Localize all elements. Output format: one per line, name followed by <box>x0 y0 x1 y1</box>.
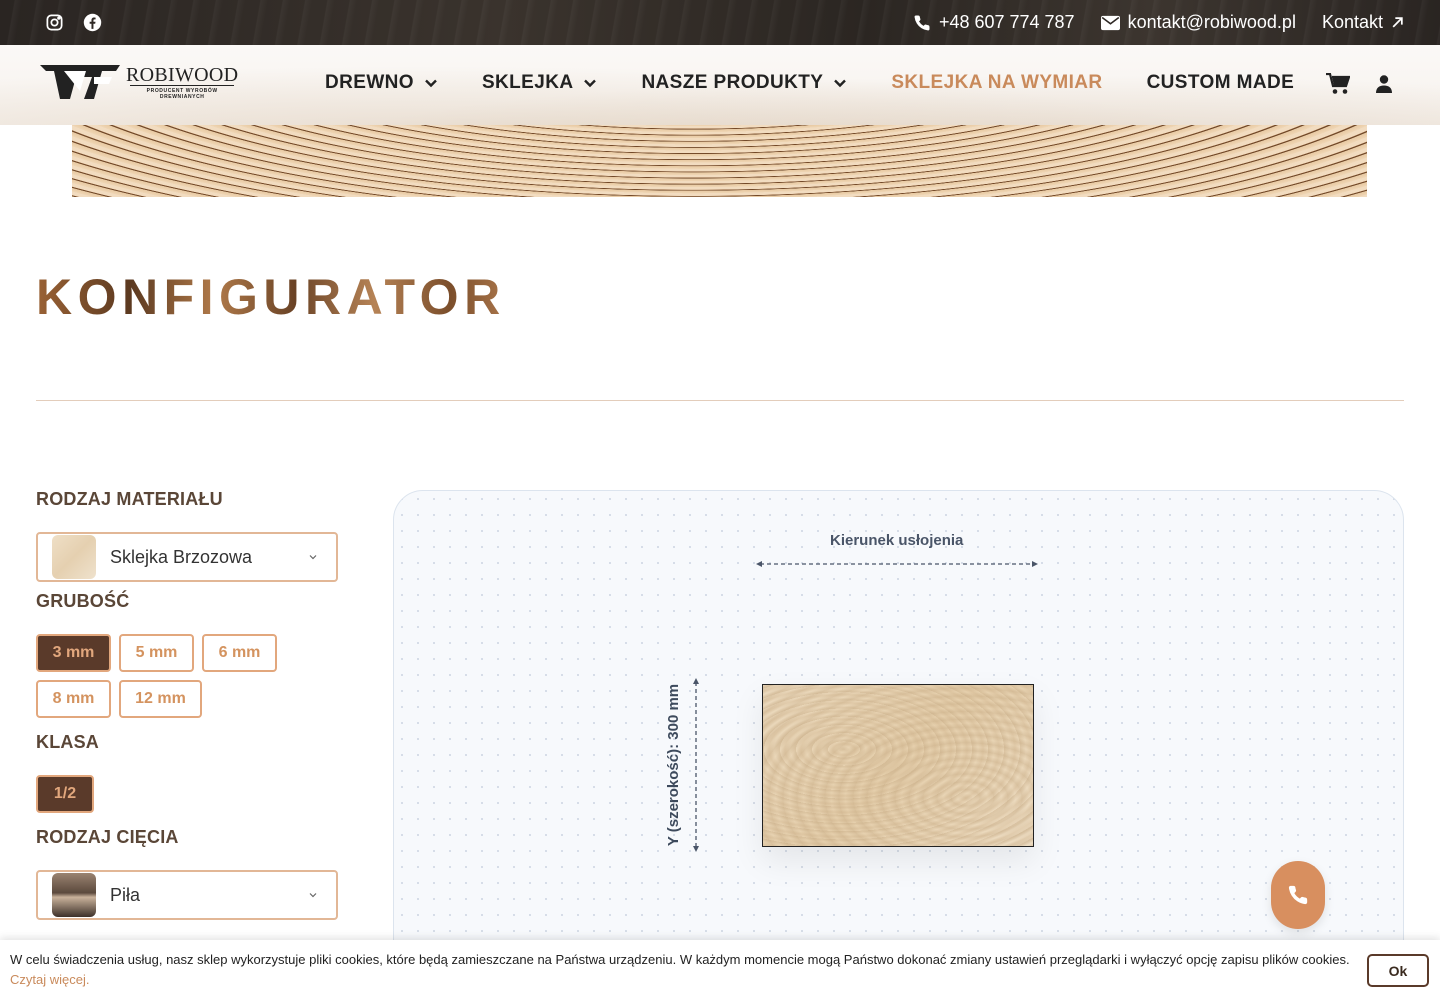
nav-item-drewno[interactable]: DREWNO <box>325 72 438 94</box>
site-logo[interactable]: ROBIWOOD PRODUCENT WYROBÓW DREWNIANYCH <box>40 63 238 101</box>
logo-mark-icon <box>40 65 120 99</box>
nav-item-label: CUSTOM MADE <box>1146 72 1295 93</box>
divider <box>36 400 1404 401</box>
cookie-text: W celu świadczenia usług, nasz sklep wyk… <box>10 952 1350 967</box>
contact-link[interactable]: Kontakt <box>1322 12 1404 33</box>
thickness-label: GRUBOŚĆ <box>36 591 130 611</box>
phone-icon <box>1288 885 1308 905</box>
material-select[interactable]: Sklejka Brzozowa <box>36 532 338 582</box>
hero-wood-banner <box>72 125 1367 197</box>
social-links <box>44 13 102 33</box>
cut-label: RODZAJ CIĘCIA <box>36 827 179 847</box>
nav-item-label: NASZE PRODUKTY <box>641 72 824 93</box>
thickness-option[interactable]: 12 mm <box>119 680 202 718</box>
envelope-icon <box>1100 15 1120 30</box>
top-bar: +48 607 774 787 kontakt@robiwood.pl Kont… <box>0 0 1440 45</box>
nav-item-custom-made[interactable]: CUSTOM MADE <box>1147 72 1295 94</box>
cookie-banner: W celu świadczenia usług, nasz sklep wyk… <box>0 940 1440 1000</box>
contact-links: +48 607 774 787 kontakt@robiwood.pl Kont… <box>913 12 1404 33</box>
material-swatch <box>52 535 96 579</box>
instagram-icon[interactable] <box>44 13 64 33</box>
phone-number: +48 607 774 787 <box>938 12 1075 32</box>
email-address: kontakt@robiwood.pl <box>1127 12 1296 32</box>
logo-tagline: PRODUCENT WYROBÓW DREWNIANYCH <box>130 84 235 100</box>
chevron-down-icon <box>425 79 437 88</box>
user-icon[interactable] <box>1376 75 1392 93</box>
chevron-down-icon <box>584 79 597 88</box>
grain-direction-label: Kierunek usłojenia <box>830 532 964 549</box>
arrow-up-right-icon <box>1392 17 1403 28</box>
thickness-option[interactable]: 6 mm <box>202 634 277 672</box>
nav-item-label: SKLEJKA <box>481 72 574 93</box>
chevron-down-icon <box>834 79 847 88</box>
chevron-down-icon <box>309 893 317 898</box>
nav-item-nasze-produkty[interactable]: NASZE PRODUKTY <box>641 72 847 94</box>
plywood-board-preview <box>762 684 1034 847</box>
thickness-option[interactable]: 8 mm <box>36 680 111 718</box>
call-button[interactable] <box>1271 861 1325 929</box>
contact-link-label: Kontakt <box>1321 12 1383 32</box>
header-icons <box>1326 73 1392 95</box>
y-dimension-arrow <box>693 678 699 852</box>
cookie-read-more-link[interactable]: Czytaj więcej. <box>10 972 89 987</box>
cart-icon[interactable] <box>1326 73 1350 95</box>
material-label: RODZAJ MATERIAŁU <box>36 489 223 509</box>
chevron-down-icon <box>309 555 317 560</box>
y-dimension-label: Y (szerokość): 300 mm <box>665 683 682 847</box>
logo-tagline-line2: DREWNIANYCH <box>159 93 205 100</box>
nav-item-sklejka-na-wymiar[interactable]: SKLEJKA NA WYMIAR <box>891 72 1102 94</box>
class-label: KLASA <box>36 732 99 752</box>
grain-direction-arrow <box>756 561 1038 567</box>
facebook-icon[interactable] <box>82 13 102 33</box>
cut-select[interactable]: Piła <box>36 870 338 920</box>
cookie-ok-button[interactable]: Ok <box>1367 954 1429 987</box>
material-value: Sklejka Brzozowa <box>110 546 253 567</box>
email-link[interactable]: kontakt@robiwood.pl <box>1100 12 1296 33</box>
cut-value: Piła <box>110 884 141 905</box>
thickness-option[interactable]: 3 mm <box>36 634 111 672</box>
phone-link[interactable]: +48 607 774 787 <box>913 12 1075 33</box>
nav-item-sklejka[interactable]: SKLEJKA <box>482 72 597 94</box>
class-option[interactable]: 1/2 <box>36 775 94 813</box>
nav-item-label: SKLEJKA NA WYMIAR <box>891 72 1103 93</box>
cut-swatch <box>52 873 96 917</box>
page-title: KONFIGURATOR <box>36 269 506 325</box>
logo-brand: ROBIWOOD <box>126 63 239 86</box>
main-nav: DREWNO SKLEJKA NASZE PRODUKTY SKLEJKA NA… <box>325 72 1294 94</box>
phone-icon <box>914 14 930 30</box>
thickness-option[interactable]: 5 mm <box>119 634 194 672</box>
nav-item-label: DREWNO <box>325 72 414 93</box>
